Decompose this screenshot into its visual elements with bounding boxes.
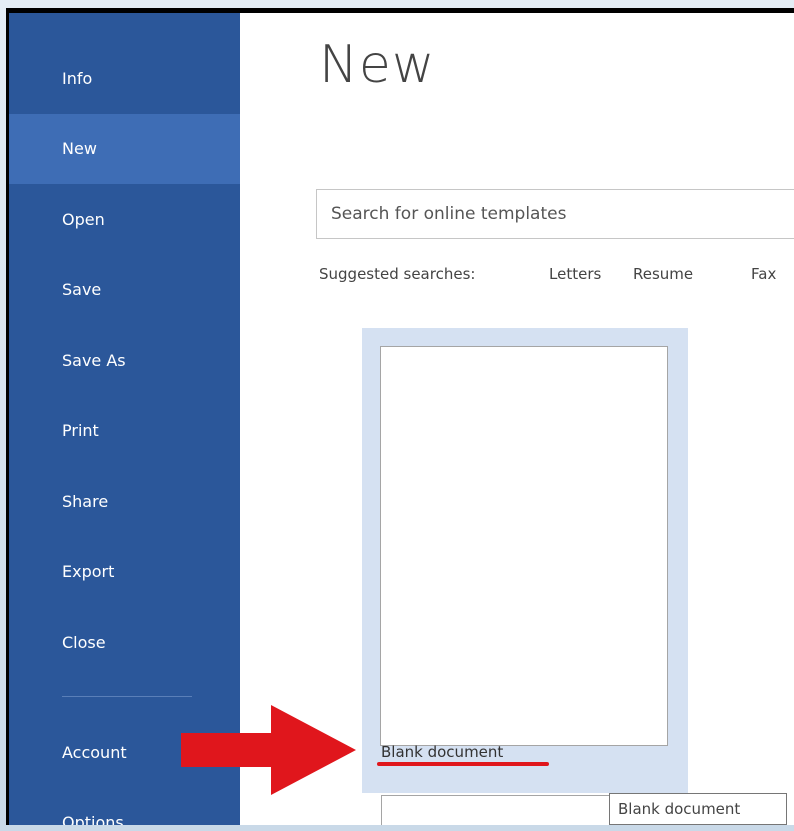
template-blank-document[interactable]: Blank document xyxy=(362,328,688,793)
suggested-link-resume[interactable]: Resume xyxy=(633,265,693,283)
sidebar-item-print[interactable]: Print xyxy=(9,396,240,466)
sidebar-item-info[interactable]: Info xyxy=(9,44,240,114)
template-label: Blank document xyxy=(381,743,504,761)
template-thumbnail-next[interactable] xyxy=(381,795,623,825)
arrow-shape xyxy=(181,705,356,795)
sidebar-item-new[interactable]: New xyxy=(9,114,240,184)
red-underline-annotation xyxy=(377,762,549,766)
suggested-link-letters[interactable]: Letters xyxy=(549,265,601,283)
application-window: Info New Open Save Save As Print Share E… xyxy=(6,8,794,825)
suggested-link-fax[interactable]: Fax xyxy=(751,265,776,283)
template-search-box[interactable] xyxy=(316,189,794,239)
backstage-view: Info New Open Save Save As Print Share E… xyxy=(9,13,794,825)
sidebar-item-export[interactable]: Export xyxy=(9,537,240,607)
sidebar-item-open[interactable]: Open xyxy=(9,185,240,255)
page-title: New xyxy=(319,35,436,95)
blank-document-thumbnail xyxy=(380,346,668,746)
sidebar-item-close[interactable]: Close xyxy=(9,608,240,678)
sidebar-item-save-as[interactable]: Save As xyxy=(9,326,240,396)
red-arrow-right-icon xyxy=(181,705,356,795)
tooltip: Blank document xyxy=(609,793,787,825)
backstage-sidebar: Info New Open Save Save As Print Share E… xyxy=(9,13,240,825)
sidebar-item-save[interactable]: Save xyxy=(9,255,240,325)
sidebar-divider xyxy=(62,696,192,697)
screen-background: Info New Open Save Save As Print Share E… xyxy=(0,0,794,831)
search-input[interactable] xyxy=(317,190,794,238)
suggested-searches-label: Suggested searches: xyxy=(319,265,476,283)
sidebar-item-share[interactable]: Share xyxy=(9,467,240,537)
